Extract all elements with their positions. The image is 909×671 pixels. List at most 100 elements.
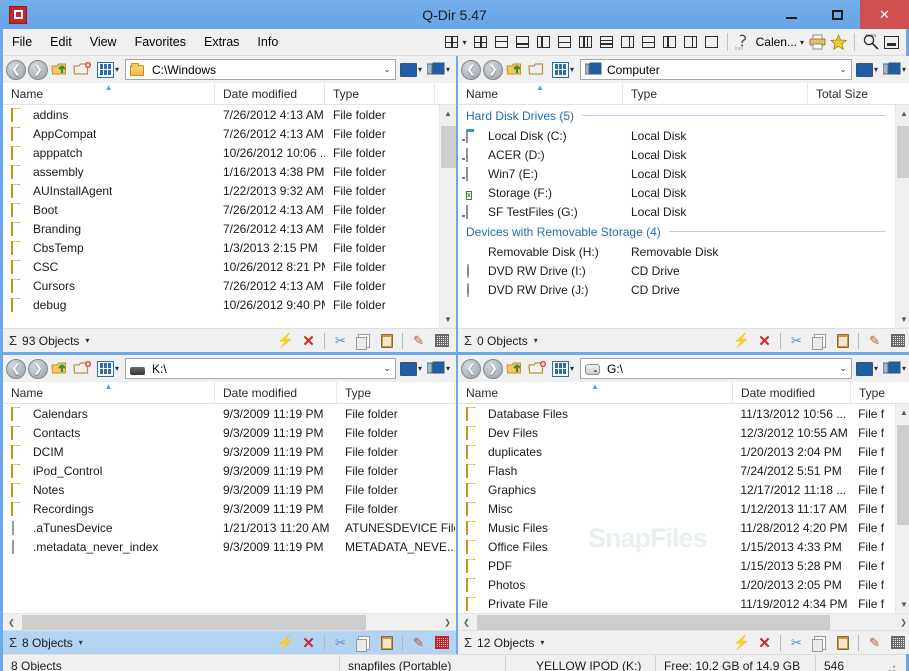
copy-icon[interactable] — [353, 331, 374, 350]
table-row[interactable]: apppatch10/26/2012 10:06 ...File folder — [3, 143, 439, 162]
pane-1-vertical-scrollbar[interactable]: ▲ ▼ — [439, 105, 456, 328]
view-monitor-caret-icon[interactable]: ▾ — [418, 364, 422, 373]
lightning-bolt-icon[interactable]: ⚡ — [731, 633, 752, 652]
paste-clipboard-icon[interactable] — [832, 331, 853, 350]
table-row[interactable]: CbsTemp1/3/2013 2:15 PMFile folder — [3, 238, 439, 257]
column-header-type[interactable]: Type — [623, 83, 808, 105]
scissors-cut-icon[interactable]: ✂ — [330, 331, 351, 350]
new-folder-icon[interactable] — [72, 60, 93, 79]
rename-pencil-icon[interactable]: ✎ — [864, 633, 885, 652]
layout-preset-5-button[interactable] — [555, 33, 574, 52]
forward-arrow-icon[interactable]: ❯ — [28, 359, 48, 379]
dual-monitor-caret-icon[interactable]: ▾ — [902, 65, 906, 74]
layout-preset-1-button[interactable] — [471, 33, 490, 52]
copy-icon[interactable] — [353, 633, 374, 652]
scroll-up-icon[interactable]: ▲ — [896, 105, 909, 122]
column-header-date[interactable]: Date modified — [733, 382, 851, 404]
delete-x-icon[interactable]: ✕ — [298, 331, 319, 350]
grid-view-caret-icon[interactable]: ▾ — [115, 65, 119, 74]
table-row[interactable]: Cursors7/26/2012 4:13 AMFile folder — [3, 276, 439, 295]
menu-edit[interactable]: Edit — [41, 31, 81, 53]
grid-view-icon[interactable] — [552, 62, 569, 78]
layout-preset-6-button[interactable] — [576, 33, 595, 52]
table-row[interactable]: AppCompat7/26/2012 4:13 AMFile folder — [3, 124, 439, 143]
scroll-track[interactable] — [475, 614, 895, 631]
delete-x-icon[interactable]: ✕ — [298, 633, 319, 652]
layout-preset-10-button[interactable] — [660, 33, 679, 52]
column-header-total-size[interactable]: Total Size — [808, 83, 880, 105]
address-dropdown-caret-icon[interactable]: ⌄ — [377, 363, 391, 374]
column-header-name[interactable]: Name ▲ — [3, 83, 215, 105]
favorite-star-icon[interactable] — [829, 33, 848, 52]
grid-view-icon[interactable] — [97, 62, 114, 78]
paste-clipboard-icon[interactable] — [832, 633, 853, 652]
rename-pencil-icon[interactable]: ✎ — [408, 633, 429, 652]
lightning-bolt-icon[interactable]: ⚡ — [731, 331, 752, 350]
pane-2-vertical-scrollbar[interactable]: ▲ ▼ — [895, 105, 909, 328]
back-arrow-icon[interactable]: ❮ — [461, 359, 481, 379]
select-grid-icon[interactable] — [431, 331, 452, 350]
table-row[interactable]: DVD RW Drive (I:)CD Drive — [458, 261, 895, 280]
table-row[interactable]: Private File11/19/2012 4:34 PMFile f — [458, 594, 895, 613]
copy-icon[interactable] — [809, 331, 830, 350]
table-row[interactable]: Boot7/26/2012 4:13 AMFile folder — [3, 200, 439, 219]
pane-4-address-input[interactable]: G:\ ⌄ — [580, 358, 852, 379]
view-monitor-button[interactable]: ▾ — [400, 63, 425, 77]
dual-monitor-button[interactable]: ▾ — [883, 62, 909, 77]
scissors-cut-icon[interactable]: ✂ — [330, 633, 351, 652]
table-row[interactable]: .aTunesDevice1/21/2013 11:20 AMATUNESDEV… — [3, 518, 456, 537]
table-row[interactable]: CSC10/26/2012 8:21 PMFile folder — [3, 257, 439, 276]
printer-icon[interactable] — [808, 33, 827, 52]
copy-icon[interactable] — [809, 633, 830, 652]
forward-arrow-icon[interactable]: ❯ — [28, 60, 48, 80]
table-row[interactable]: Calendars9/3/2009 11:19 PMFile folder — [3, 404, 456, 423]
column-header-type[interactable]: Type — [851, 382, 896, 404]
table-row[interactable]: Branding7/26/2012 4:13 AMFile folder — [3, 219, 439, 238]
menu-file[interactable]: File — [3, 31, 41, 53]
table-row[interactable]: Recordings9/3/2009 11:19 PMFile folder — [3, 499, 456, 518]
resize-grip-icon[interactable] — [882, 659, 896, 671]
view-monitor-caret-icon[interactable]: ▾ — [874, 364, 878, 373]
table-row[interactable]: Music Files11/28/2012 4:20 PMFile f — [458, 518, 895, 537]
layout-preset-3-button[interactable] — [513, 33, 532, 52]
layout-dropdown-caret-icon[interactable]: ▾ — [463, 38, 467, 47]
back-arrow-icon[interactable]: ❮ — [6, 359, 26, 379]
table-row[interactable]: Local Disk (C:)Local Disk — [458, 126, 895, 145]
menu-info[interactable]: Info — [248, 31, 287, 53]
dual-monitor-button[interactable]: ▾ — [427, 62, 453, 77]
view-monitor-caret-icon[interactable]: ▾ — [418, 65, 422, 74]
favorites-combo-value[interactable]: Calen... — [754, 35, 799, 49]
scissors-cut-icon[interactable]: ✂ — [786, 633, 807, 652]
table-row[interactable]: DVD RW Drive (J:)CD Drive — [458, 280, 895, 299]
layout-preset-7-button[interactable] — [597, 33, 616, 52]
scroll-thumb[interactable] — [22, 615, 366, 630]
menu-extras[interactable]: Extras — [195, 31, 248, 53]
view-monitor-button[interactable]: ▾ — [856, 63, 881, 77]
view-monitor-button[interactable]: ▾ — [856, 362, 881, 376]
dual-monitor-button[interactable]: ▾ — [883, 361, 909, 376]
select-grid-icon[interactable] — [887, 633, 908, 652]
scroll-down-icon[interactable]: ▼ — [896, 311, 909, 328]
column-header-name[interactable]: Name ▲ — [458, 83, 623, 105]
table-row[interactable]: PDF1/15/2013 5:28 PMFile f — [458, 556, 895, 575]
table-row[interactable]: assembly1/16/2013 4:38 PMFile folder — [3, 162, 439, 181]
select-grid-icon[interactable] — [431, 633, 452, 652]
scissors-cut-icon[interactable]: ✂ — [786, 331, 807, 350]
dual-monitor-button[interactable]: ▾ — [427, 361, 453, 376]
layout-preset-4-button[interactable] — [534, 33, 553, 52]
scroll-thumb[interactable] — [441, 126, 456, 168]
select-grid-icon[interactable] — [887, 331, 908, 350]
scroll-down-icon[interactable]: ▼ — [896, 596, 909, 613]
grid-view-caret-icon[interactable]: ▾ — [570, 65, 574, 74]
scroll-right-icon[interactable]: ❯ — [439, 614, 456, 631]
table-row[interactable]: Win7 (E:)Local Disk — [458, 164, 895, 183]
close-button[interactable]: ✕ — [860, 0, 909, 29]
delete-x-icon[interactable]: ✕ — [754, 633, 775, 652]
table-row[interactable]: Notes9/3/2009 11:19 PMFile folder — [3, 480, 456, 499]
column-header-date[interactable]: Date modified — [215, 382, 337, 404]
up-folder-icon[interactable] — [505, 359, 525, 378]
magnifier-zoom-icon[interactable]: zoom — [861, 33, 880, 52]
new-folder-icon[interactable] — [527, 60, 548, 79]
paste-clipboard-icon[interactable] — [376, 633, 397, 652]
layout-preset-2-button[interactable] — [492, 33, 511, 52]
